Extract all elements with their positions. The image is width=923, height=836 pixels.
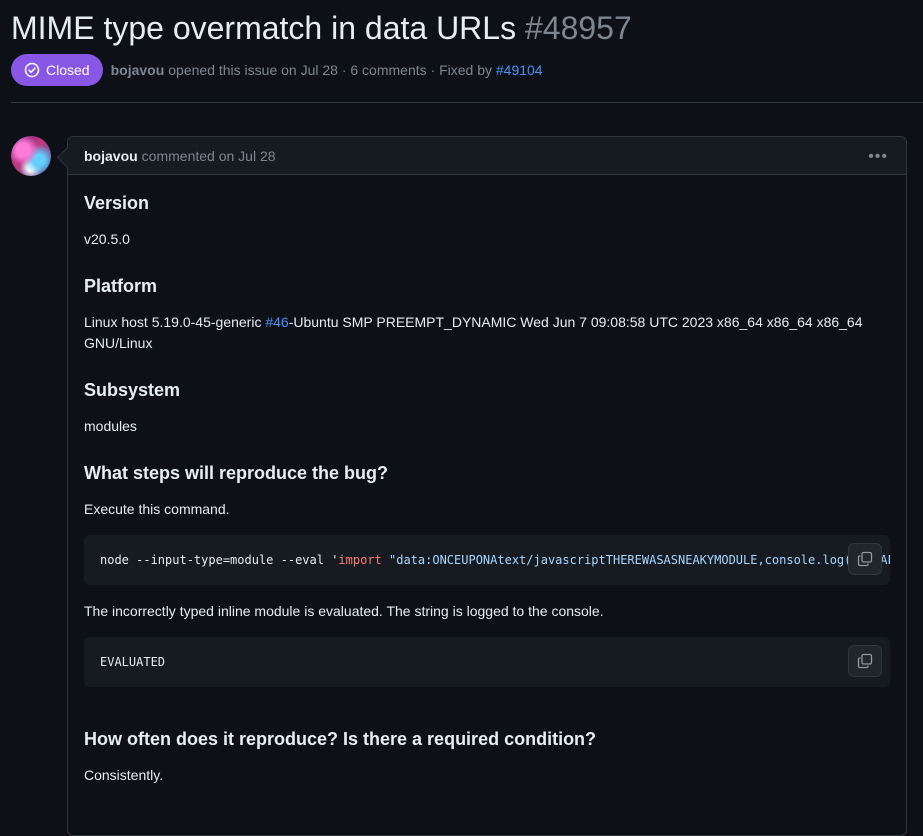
heading-platform: Platform [84, 276, 158, 296]
copy-button[interactable] [848, 645, 882, 677]
version-value: v20.5.0 [84, 231, 130, 247]
heading-version: Version [84, 193, 150, 213]
copy-icon [857, 653, 873, 669]
status-badge: Closed [11, 54, 103, 86]
platform-value: Linux host 5.19.0-45-generic #46-Ubuntu … [84, 312, 890, 354]
often-text: Consistently. [84, 767, 164, 783]
issue-meta: Closed bojavou opened this issue on Jul … [11, 54, 543, 86]
copy-button[interactable] [848, 543, 882, 575]
steps-text: Execute this command. [84, 501, 230, 517]
code-block-output: EVALUATED [84, 637, 890, 687]
heading-steps: What steps will reproduce the bug? [84, 463, 389, 483]
result-text: The incorrectly typed inline module is e… [84, 603, 604, 619]
issue-title-text: MIME type overmatch in data URLs [11, 10, 517, 46]
comment-box: bojavou commented on Jul 28 ••• Version … [67, 136, 907, 836]
issue-title: MIME type overmatch in data URLs #48957 [11, 8, 632, 48]
code-command-prefix: node --input-type=module --eval ' [100, 553, 339, 567]
status-label: Closed [46, 62, 90, 78]
check-circle-icon [24, 62, 40, 78]
platform-issue-link[interactable]: #46 [265, 314, 288, 330]
avatar[interactable] [11, 136, 51, 176]
issue-number: #48957 [524, 10, 632, 46]
fixed-by-link[interactable]: #49104 [496, 62, 543, 78]
comment-meta[interactable]: commented on Jul 28 [142, 148, 276, 164]
comment-header: bojavou commented on Jul 28 ••• [68, 137, 906, 175]
code-block-command: node --input-type=module --eval 'import … [84, 535, 890, 585]
heading-often: How often does it reproduce? Is there a … [84, 729, 597, 749]
kebab-menu-icon[interactable]: ••• [868, 148, 888, 166]
code-command-string: "data:ONCEUPONAtext/javascriptTHEREWASAS… [389, 553, 890, 567]
issue-opened-text: opened this issue on Jul 28 · 6 comments… [168, 62, 492, 78]
platform-prefix: Linux host 5.19.0-45-generic [84, 314, 266, 330]
code-output-text: EVALUATED [100, 655, 166, 669]
copy-icon [857, 551, 873, 567]
code-command-keyword: import [338, 553, 382, 567]
comment-author-link[interactable]: bojavou [84, 148, 138, 164]
subsystem-value: modules [84, 418, 137, 434]
issue-author-link[interactable]: bojavou [111, 62, 165, 78]
heading-subsystem: Subsystem [84, 380, 181, 400]
header-divider [11, 102, 923, 103]
